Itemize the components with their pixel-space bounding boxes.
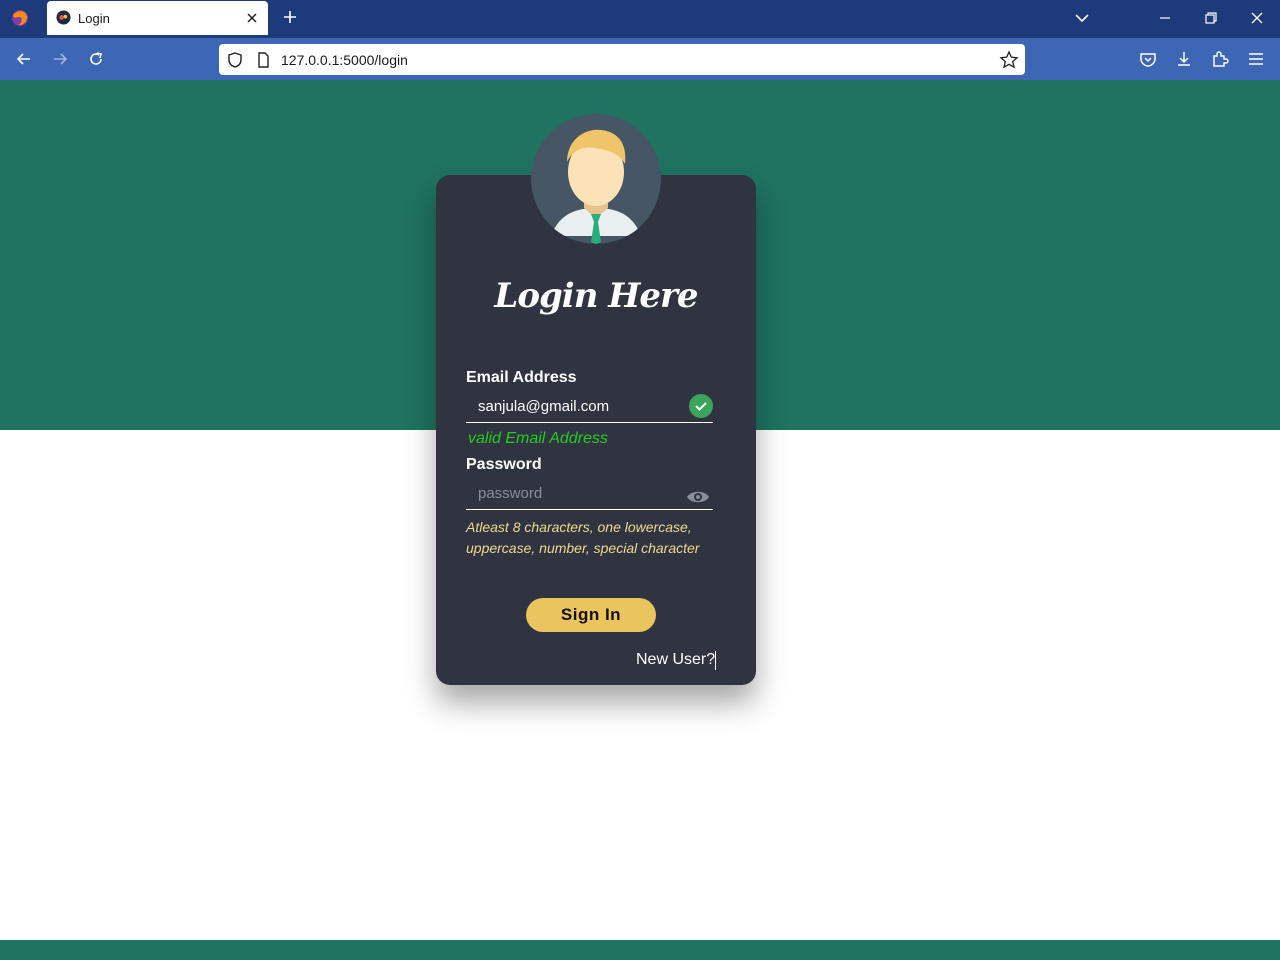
password-hint: Atleast 8 characters, one lowercase, upp… [466, 519, 700, 556]
browser-tab-bar: Login [0, 0, 1280, 38]
new-user-link[interactable]: New User? [636, 651, 715, 669]
close-tab-icon[interactable] [242, 8, 262, 28]
email-valid-message: valid Email Address [468, 430, 608, 447]
new-tab-icon[interactable] [280, 7, 300, 27]
active-tab[interactable]: Login [47, 1, 268, 35]
login-heading: Login Here [494, 276, 698, 316]
page-info-icon[interactable] [253, 50, 273, 70]
password-field-wrapper [466, 480, 713, 510]
pocket-icon[interactable] [1137, 48, 1159, 70]
footer-band [0, 940, 1280, 960]
avatar-icon [531, 114, 661, 244]
shield-icon[interactable] [225, 50, 245, 70]
back-icon[interactable] [13, 48, 35, 70]
browser-toolbar: 127.0.0.1:5000/login [0, 38, 1280, 80]
sign-in-button[interactable]: Sign In [526, 598, 656, 632]
bookmark-star-icon[interactable] [999, 50, 1019, 70]
close-window-icon[interactable] [1246, 7, 1268, 29]
reload-icon[interactable] [85, 48, 107, 70]
email-field[interactable] [478, 398, 678, 415]
list-tabs-icon[interactable] [1071, 7, 1093, 29]
restore-icon[interactable] [1200, 7, 1222, 29]
page: Login Here Email Address valid Email Add… [0, 80, 1280, 960]
email-field-wrapper [466, 393, 713, 423]
firefox-icon[interactable] [10, 8, 30, 28]
tab-title: Login [78, 11, 110, 26]
extensions-icon[interactable] [1209, 48, 1231, 70]
password-label: Password [466, 456, 542, 473]
address-bar[interactable]: 127.0.0.1:5000/login [219, 44, 1025, 75]
password-field[interactable] [478, 485, 678, 502]
downloads-icon[interactable] [1173, 48, 1195, 70]
eye-icon[interactable] [686, 488, 710, 506]
text-cursor [715, 651, 716, 670]
favicon-icon [56, 10, 71, 25]
url-text[interactable]: 127.0.0.1:5000/login [281, 52, 408, 68]
forward-icon[interactable] [49, 48, 71, 70]
menu-icon[interactable] [1245, 48, 1267, 70]
minimize-icon[interactable] [1154, 7, 1176, 29]
email-label: Email Address [466, 369, 577, 386]
check-circle-icon [689, 394, 713, 418]
